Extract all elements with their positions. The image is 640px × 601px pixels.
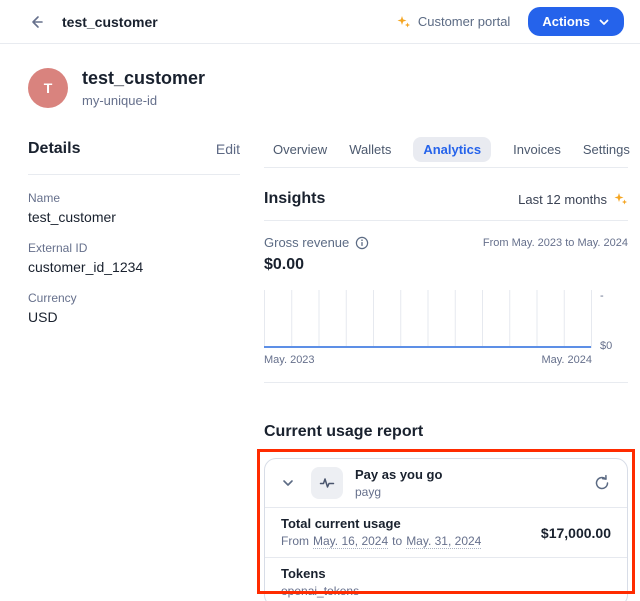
insights-title: Insights	[264, 190, 325, 208]
details-edit-link[interactable]: Edit	[216, 141, 240, 157]
field-label: Currency	[28, 291, 240, 305]
gross-revenue-chart: - $0	[264, 290, 628, 348]
period-selector[interactable]: Last 12 months	[518, 192, 628, 207]
period-label: Last 12 months	[518, 192, 607, 207]
top-bar: test_customer Customer portal Actions	[0, 0, 640, 44]
customer-unique-id: my-unique-id	[82, 93, 205, 108]
collapse-toggle[interactable]	[281, 475, 297, 491]
actions-button[interactable]: Actions	[528, 7, 624, 36]
chart-plot-area	[264, 290, 592, 348]
period-start-date[interactable]: May. 16, 2024	[313, 534, 388, 549]
customer-portal-link[interactable]: Customer portal	[397, 14, 510, 29]
details-divider	[28, 174, 240, 175]
tab-wallets[interactable]: Wallets	[349, 137, 391, 162]
tab-invoices[interactable]: Invoices	[513, 137, 561, 162]
avatar: T	[28, 68, 68, 108]
total-usage-amount: $17,000.00	[541, 525, 611, 541]
insights-divider	[264, 220, 628, 221]
actions-button-label: Actions	[542, 14, 590, 29]
total-usage-row: Total current usage From May. 16, 2024 t…	[265, 507, 627, 557]
field-value: USD	[28, 309, 240, 325]
tabs-divider	[264, 167, 628, 168]
refresh-button[interactable]	[593, 474, 611, 492]
plan-name: Pay as you go	[355, 467, 442, 482]
details-title: Details	[28, 140, 80, 158]
tab-analytics[interactable]: Analytics	[413, 137, 491, 162]
refresh-icon	[593, 474, 611, 492]
plan-code: payg	[355, 485, 442, 499]
field-value: test_customer	[28, 209, 240, 225]
chevron-down-icon	[598, 16, 610, 28]
detail-field-currency: Currency USD	[28, 291, 240, 325]
topbar-title: test_customer	[62, 14, 158, 30]
customer-name: test_customer	[82, 68, 205, 89]
metric-value: $0.00	[264, 256, 628, 274]
plan-icon-box	[311, 467, 343, 499]
field-label: External ID	[28, 241, 240, 255]
x-axis-start-label: May. 2023	[264, 354, 315, 366]
metric-label: Gross revenue	[264, 235, 349, 250]
y-axis-zero-label: $0	[600, 340, 628, 352]
arrow-left-icon	[28, 14, 44, 30]
usage-section-title: Current usage report	[264, 423, 628, 441]
total-usage-label: Total current usage	[281, 516, 481, 531]
period-from-word: From	[281, 534, 309, 549]
plan-header-row: Pay as you go payg	[265, 459, 627, 507]
sparkle-icon	[614, 192, 628, 206]
sparkle-icon	[397, 15, 411, 29]
usage-item-name: Tokens	[281, 566, 359, 581]
field-value: customer_id_1234	[28, 259, 240, 275]
tab-bar: Overview Wallets Analytics Invoices Sett…	[273, 136, 628, 162]
chart-line-series	[264, 346, 591, 348]
usage-item-row: Tokens openai_tokens	[265, 557, 627, 601]
tab-settings[interactable]: Settings	[583, 137, 630, 162]
period-end-date[interactable]: May. 31, 2024	[406, 534, 481, 549]
usage-item-code: openai_tokens	[281, 584, 359, 598]
detail-field-name: Name test_customer	[28, 191, 240, 225]
pulse-icon	[319, 475, 335, 491]
usage-period: From May. 16, 2024 to May. 31, 2024	[281, 534, 481, 549]
info-icon[interactable]	[355, 236, 369, 250]
field-label: Name	[28, 191, 240, 205]
customer-portal-label: Customer portal	[418, 14, 510, 29]
detail-field-external-id: External ID customer_id_1234	[28, 241, 240, 275]
x-axis-end-label: May. 2024	[541, 354, 592, 366]
metric-date-range: From May. 2023 to May. 2024	[483, 235, 628, 249]
chevron-down-icon	[281, 476, 295, 490]
chart-bottom-divider	[264, 382, 628, 383]
period-to-word: to	[392, 534, 402, 549]
back-button[interactable]	[24, 10, 48, 34]
customer-header: T test_customer my-unique-id	[0, 44, 640, 136]
y-axis-max-label: -	[600, 290, 628, 302]
usage-card: Pay as you go payg Total current usage	[264, 458, 628, 601]
tab-overview[interactable]: Overview	[273, 137, 327, 162]
details-panel: Details Edit Name test_customer External…	[28, 136, 240, 601]
